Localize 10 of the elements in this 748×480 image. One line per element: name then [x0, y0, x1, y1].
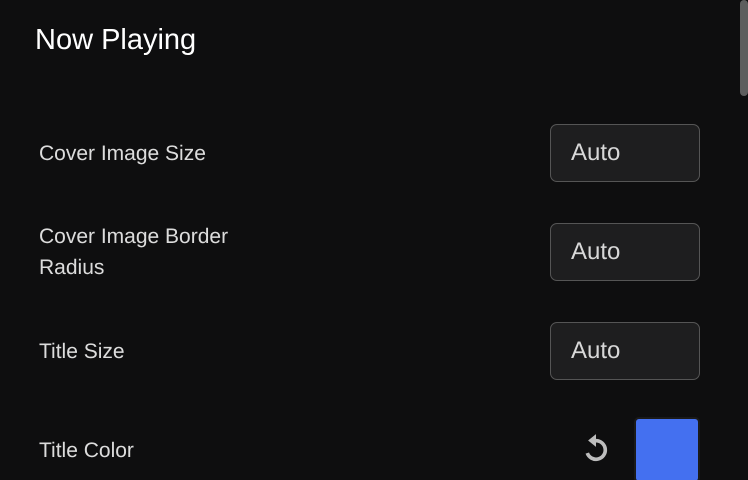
input-field[interactable]: Auto: [550, 124, 700, 182]
input-field[interactable]: Auto: [550, 223, 700, 281]
input-field[interactable]: Auto: [550, 322, 700, 380]
color-swatch[interactable]: [634, 417, 700, 480]
setting-label: Title Size: [39, 338, 126, 364]
section-title: Now Playing: [35, 23, 196, 58]
setting-label: Cover Image Border Radius: [39, 224, 230, 281]
setting-label: Title Color: [39, 438, 135, 464]
scrollbar[interactable]: [740, 0, 748, 96]
setting-label: Cover Image Size: [39, 140, 207, 166]
